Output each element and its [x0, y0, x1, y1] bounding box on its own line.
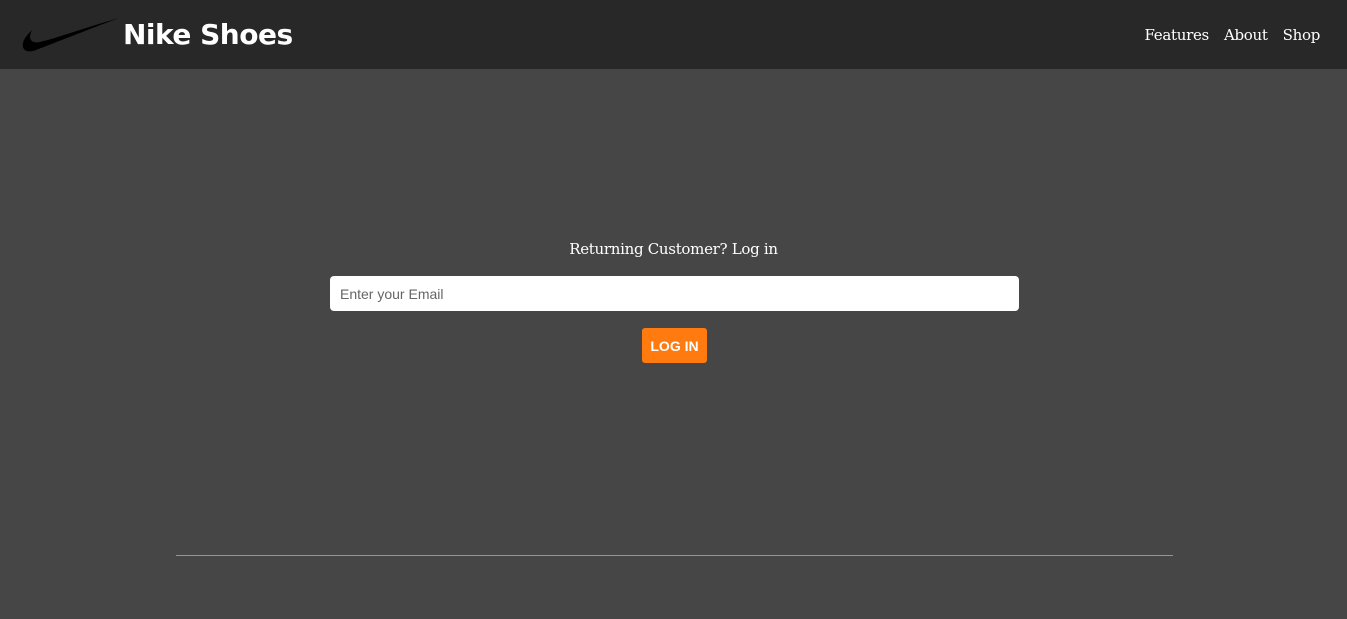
main-nav: Features About Shop [1145, 24, 1321, 46]
login-heading: Returning Customer? Log in [569, 240, 778, 258]
footer-divider [176, 555, 1173, 556]
login-button[interactable]: LOG IN [642, 328, 707, 363]
site-header: Nike Shoes Features About Shop [0, 0, 1347, 69]
email-input[interactable] [330, 276, 1019, 311]
swoosh-logo-icon[interactable] [22, 16, 120, 54]
brand-title[interactable]: Nike Shoes [123, 15, 293, 55]
nav-link-about[interactable]: About [1224, 24, 1268, 46]
nav-link-features[interactable]: Features [1145, 24, 1210, 46]
nav-link-shop[interactable]: Shop [1283, 24, 1321, 46]
